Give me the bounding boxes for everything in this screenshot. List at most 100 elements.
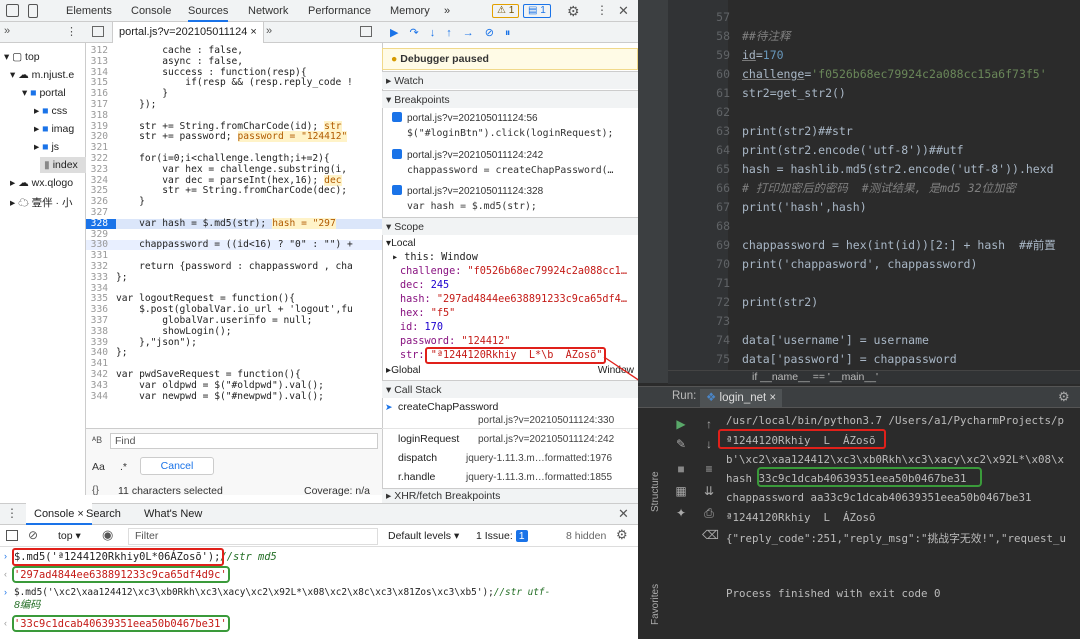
rerun-icon[interactable]: ▶ xyxy=(674,417,688,431)
callstack-location[interactable]: portal.js?v=202105011124:330 xyxy=(478,415,614,426)
line-number[interactable]: 316 xyxy=(86,89,116,99)
tab-memory[interactable]: Memory xyxy=(390,0,430,22)
file-tab[interactable]: portal.js?v=202105011124 × xyxy=(112,22,264,43)
breadcrumb[interactable]: if __name__ == '__main__' xyxy=(752,371,878,383)
line-number[interactable]: 326 xyxy=(86,197,116,207)
soft-wrap-icon[interactable]: ≡ xyxy=(702,462,716,476)
structure-side-tab[interactable]: Structure xyxy=(650,471,661,512)
close-devtools-icon[interactable]: ✕ xyxy=(618,3,629,19)
callstack-frame[interactable]: r.handle xyxy=(398,471,435,483)
line-number[interactable]: 334 xyxy=(86,283,116,294)
deactivate-breakpoints-icon[interactable]: ⊘ xyxy=(485,27,505,39)
tree-images-folder[interactable]: ▸ ■ imag xyxy=(34,123,74,135)
favorites-side-tab[interactable]: Favorites xyxy=(650,584,661,625)
line-number[interactable]: 315 xyxy=(86,78,116,88)
close-drawer-icon[interactable]: ✕ xyxy=(618,506,629,522)
console-filter-input[interactable]: Filter xyxy=(128,528,378,545)
scroll-up-icon[interactable]: ↑ xyxy=(702,417,716,431)
more-file-tabs-icon[interactable]: » xyxy=(266,25,272,37)
drawer-menu-icon[interactable]: ⋮ xyxy=(6,506,18,520)
callstack-location[interactable]: jquery-1.11.3.m…formatted:1855 xyxy=(466,472,612,483)
checkbox-icon[interactable] xyxy=(392,112,402,123)
callstack-frame[interactable]: createChapPassword xyxy=(398,401,498,413)
line-number[interactable]: 329 xyxy=(86,229,116,240)
callstack-location[interactable]: portal.js?v=202105011124:242 xyxy=(478,434,614,445)
kebab-menu-icon[interactable]: ⋮ xyxy=(596,3,608,17)
regex-button[interactable]: .* xyxy=(120,461,127,473)
scope-local[interactable]: ▾Local xyxy=(386,238,415,250)
console-sidebar-icon[interactable] xyxy=(6,530,18,541)
console-settings-gear-icon[interactable]: ⚙ xyxy=(616,527,628,543)
info-badge[interactable]: ▤ 1 xyxy=(523,4,551,18)
scroll-to-end-icon[interactable]: ⇊ xyxy=(702,484,716,498)
breakpoints-section-header[interactable]: ▾ Breakpoints xyxy=(382,90,638,108)
line-number[interactable]: 337 xyxy=(86,316,116,326)
issues-button[interactable]: 1 Issue: 1 xyxy=(476,530,528,542)
line-number[interactable]: 344 xyxy=(86,391,116,402)
context-select[interactable]: top ▾ xyxy=(58,530,81,542)
breakpoint-item[interactable]: portal.js?v=202105011124:56 xyxy=(392,112,538,124)
line-number[interactable]: 322 xyxy=(86,154,116,164)
breakpoint-item[interactable]: portal.js?v=202105011124:328 xyxy=(392,185,543,197)
toggle-navigator-icon[interactable] xyxy=(92,26,104,37)
scope-this[interactable]: ▸ this: Window xyxy=(392,252,478,264)
checkbox-icon[interactable] xyxy=(392,185,402,196)
line-number[interactable]: 324 xyxy=(86,175,116,186)
close-run-tab-icon[interactable]: × xyxy=(769,392,776,404)
breakpoint-item[interactable]: portal.js?v=202105011124:242 xyxy=(392,149,543,161)
line-number[interactable]: 317 xyxy=(86,100,116,110)
settings-gear-icon[interactable]: ⚙ xyxy=(567,3,580,20)
log-levels-dropdown[interactable]: Default levels ▾ xyxy=(388,530,459,542)
inspect-icon[interactable] xyxy=(6,4,19,17)
tree-app-origin[interactable]: ▸ ☁ 壹伴 · 小 xyxy=(10,195,72,210)
drawer-tab-whats-new[interactable]: What's New xyxy=(144,508,202,520)
line-number[interactable]: 338 xyxy=(86,326,116,337)
step-out-icon[interactable]: ↑ xyxy=(446,27,463,39)
line-number[interactable]: 328 xyxy=(86,218,116,229)
tree-js-folder[interactable]: ▸ ■ js xyxy=(34,141,59,153)
tree-wx-origin[interactable]: ▸ ☁ wx.qlogo xyxy=(10,177,73,189)
tree-css-folder[interactable]: ▸ ■ css xyxy=(34,105,67,117)
callstack-frame[interactable]: loginRequest xyxy=(398,433,459,445)
line-number[interactable]: 335 xyxy=(86,294,116,304)
match-case-button[interactable]: Aa xyxy=(92,461,105,473)
drawer-tab-console[interactable]: Console × xyxy=(26,503,92,525)
tree-index-file[interactable]: ▮ index xyxy=(40,157,86,173)
code-editor[interactable]: 312 cache : false, 313 async : false, 314 … xyxy=(86,43,382,428)
tree-top[interactable]: ▾ ▢ top xyxy=(4,51,40,63)
stop-icon[interactable]: ■ xyxy=(674,462,688,476)
pin-icon[interactable]: ✦ xyxy=(674,506,688,520)
more-sources-icon[interactable]: » xyxy=(4,25,10,37)
line-number[interactable]: 318 xyxy=(86,110,116,121)
print-icon[interactable]: ⎙ xyxy=(702,506,716,520)
step-icon[interactable]: → xyxy=(463,27,485,39)
drawer-tab-search[interactable]: Search xyxy=(86,508,121,520)
tab-console[interactable]: Console xyxy=(131,0,171,22)
console-input-2[interactable]: $.md5('\xc2\xaa124412\xc3\xb0Rkh\xc3\xac… xyxy=(14,587,550,599)
watch-section-header[interactable]: ▸ Watch xyxy=(382,71,638,89)
close-file-tab-icon[interactable]: × xyxy=(250,26,256,38)
step-into-icon[interactable]: ↓ xyxy=(430,27,447,39)
tree-portal-folder[interactable]: ▾ ■ portal xyxy=(22,87,66,99)
tab-network[interactable]: Network xyxy=(248,0,288,22)
find-input[interactable]: Find xyxy=(110,433,378,449)
clear-console-icon[interactable]: ⊘ xyxy=(28,528,38,542)
trash-icon[interactable]: ⌫ xyxy=(702,528,719,542)
line-number[interactable]: 330 xyxy=(86,240,116,250)
live-expression-eye-icon[interactable]: ◉ xyxy=(102,527,113,543)
line-number[interactable]: 312 xyxy=(86,46,116,56)
line-number[interactable]: 341 xyxy=(86,359,116,369)
resume-icon[interactable]: ▶ xyxy=(390,27,409,39)
tab-sources[interactable]: Sources xyxy=(188,0,229,22)
line-number[interactable]: 320 xyxy=(86,132,116,142)
line-number[interactable]: 325 xyxy=(86,186,116,196)
cancel-button[interactable]: Cancel xyxy=(140,457,214,475)
toggle-debugger-icon[interactable] xyxy=(360,26,372,37)
xhr-breakpoints-header[interactable]: ▸ XHR/fetch Breakpoints xyxy=(382,488,638,503)
more-tabs-icon[interactable]: » xyxy=(444,0,450,22)
callstack-location[interactable]: jquery-1.11.3.m…formatted:1976 xyxy=(466,453,612,464)
tab-elements[interactable]: Elements xyxy=(66,0,112,22)
line-number[interactable]: 331 xyxy=(86,251,116,261)
line-number[interactable]: 323 xyxy=(86,164,116,175)
pause-exceptions-icon[interactable]: ⏸ xyxy=(505,27,522,39)
